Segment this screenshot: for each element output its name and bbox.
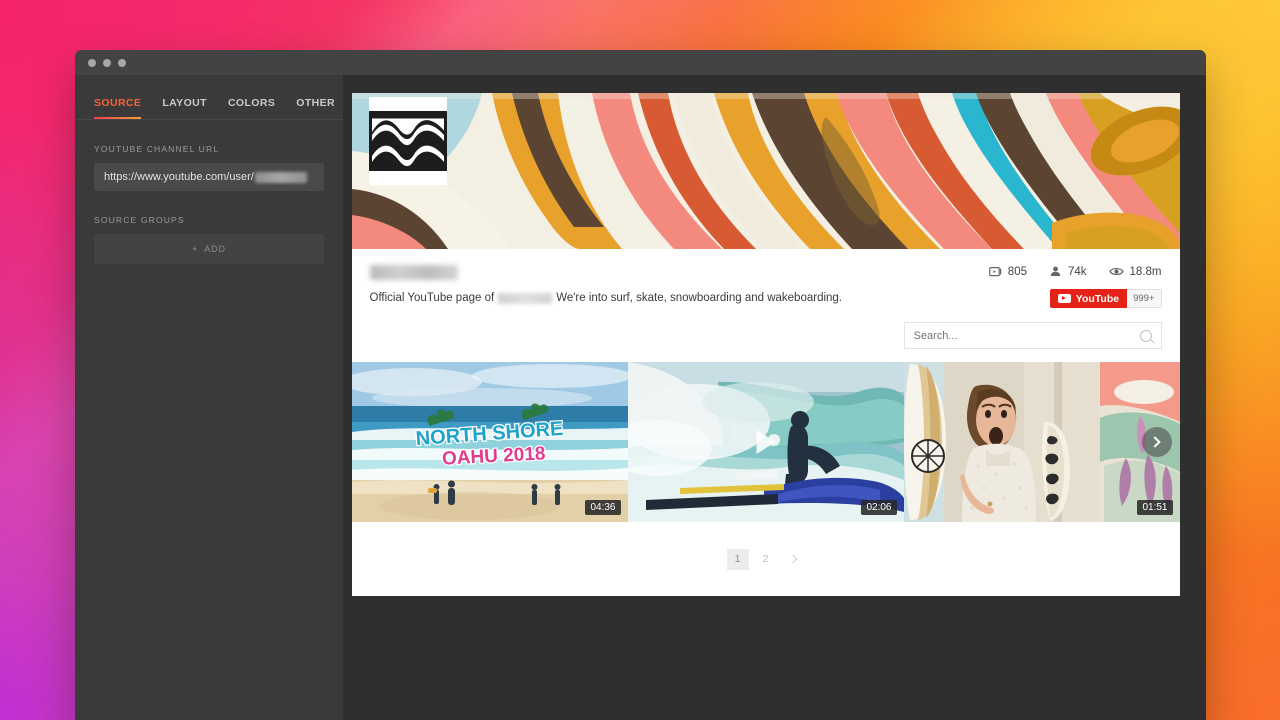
source-groups-label: SOURCE GROUPS (94, 215, 185, 225)
views-icon (1108, 267, 1124, 276)
thumbnail-3-image (903, 362, 1180, 522)
chevron-right-icon (788, 554, 797, 564)
app-window: SOURCE LAYOUT COLORS OTHER YOUTUBE CHANN… (75, 50, 1206, 720)
stat-videos-value: 805 (1007, 265, 1027, 278)
youtube-feed-widget: Official YouTube page of We're into surf… (351, 93, 1180, 596)
search-row (352, 308, 1180, 362)
channel-description: Official YouTube page of We're into surf… (370, 292, 989, 304)
pagination-next-button[interactable] (783, 549, 805, 570)
youtube-channel-url-label: YOUTUBE CHANNEL URL (94, 144, 220, 154)
tab-source[interactable]: SOURCE (94, 97, 142, 119)
tab-layout[interactable]: LAYOUT (162, 97, 207, 119)
video-thumbnail-2[interactable]: 02:06 (627, 362, 904, 522)
video-thumbnail-3[interactable]: 01:51 (903, 362, 1180, 522)
pagination: 1 2 (351, 522, 1180, 596)
youtube-subscribe-label: YouTube (1075, 292, 1120, 305)
stat-views-value: 18.8m (1129, 265, 1162, 278)
stat-views: 18.8m (1108, 265, 1162, 278)
pagination-page-2[interactable]: 2 (755, 549, 777, 570)
stat-subscribers-value: 74k (1067, 265, 1087, 278)
thumbnail-1-image: NORTH SHORE OAHU 2018 (351, 362, 628, 522)
tab-other[interactable]: OTHER (296, 97, 335, 119)
window-titlebar (75, 50, 1206, 75)
channel-banner (351, 93, 1180, 249)
channel-logo (368, 97, 447, 185)
settings-sidebar: SOURCE LAYOUT COLORS OTHER YOUTUBE CHANN… (75, 75, 343, 720)
carousel-next-button[interactable] (1141, 427, 1172, 457)
youtube-channel-url-value: https://www.youtube.com/user/ (104, 171, 254, 183)
banner-artwork (351, 93, 1180, 249)
youtube-subscribe-button[interactable]: YouTube 999+ (1049, 289, 1162, 308)
channel-info: Official YouTube page of We're into surf… (352, 249, 1180, 308)
close-icon[interactable] (88, 58, 96, 67)
redacted-username (254, 171, 307, 183)
search-box[interactable] (903, 322, 1162, 349)
description-suffix: We're into surf, skate, snowboarding and… (556, 292, 843, 304)
youtube-subscriber-count: 999+ (1127, 289, 1162, 308)
videos-icon (988, 266, 1001, 277)
youtube-play-icon (1057, 294, 1071, 303)
video-duration-2: 02:06 (861, 500, 897, 515)
stat-subscribers: 74k (1049, 265, 1087, 278)
add-source-group-button[interactable]: + ADD (94, 234, 324, 264)
description-prefix: Official YouTube page of (369, 292, 495, 304)
subscribers-icon (1050, 266, 1061, 276)
video-thumbnail-1[interactable]: NORTH SHORE OAHU 2018 04:36 (351, 362, 628, 522)
preview-canvas: Official YouTube page of We're into surf… (343, 75, 1206, 720)
pagination-page-1[interactable]: 1 (726, 548, 749, 570)
video-duration-3: 01:51 (1137, 500, 1173, 515)
add-button-label: ADD (204, 244, 226, 254)
search-icon[interactable] (1139, 329, 1152, 342)
sidebar-tabs: SOURCE LAYOUT COLORS OTHER (75, 75, 343, 119)
minimize-icon[interactable] (103, 58, 111, 67)
video-duration-1: 04:36 (585, 500, 621, 515)
video-grid: NORTH SHORE OAHU 2018 04:36 02:06 01:51 (351, 362, 1180, 522)
youtube-channel-url-input[interactable]: https://www.youtube.com/user/ (94, 163, 324, 191)
maximize-icon[interactable] (118, 58, 126, 67)
tab-colors[interactable]: COLORS (228, 97, 275, 119)
redacted-brand-name (498, 292, 553, 304)
chevron-right-icon (1149, 436, 1161, 448)
play-icon[interactable] (756, 430, 775, 454)
plus-icon: + (192, 243, 199, 254)
billabong-wave-logo-icon (368, 111, 447, 171)
stat-videos: 805 (988, 265, 1027, 278)
channel-name-redacted (369, 265, 458, 280)
channel-stats: 805 74k 18.8m (988, 265, 1162, 278)
search-input[interactable] (913, 329, 1114, 342)
